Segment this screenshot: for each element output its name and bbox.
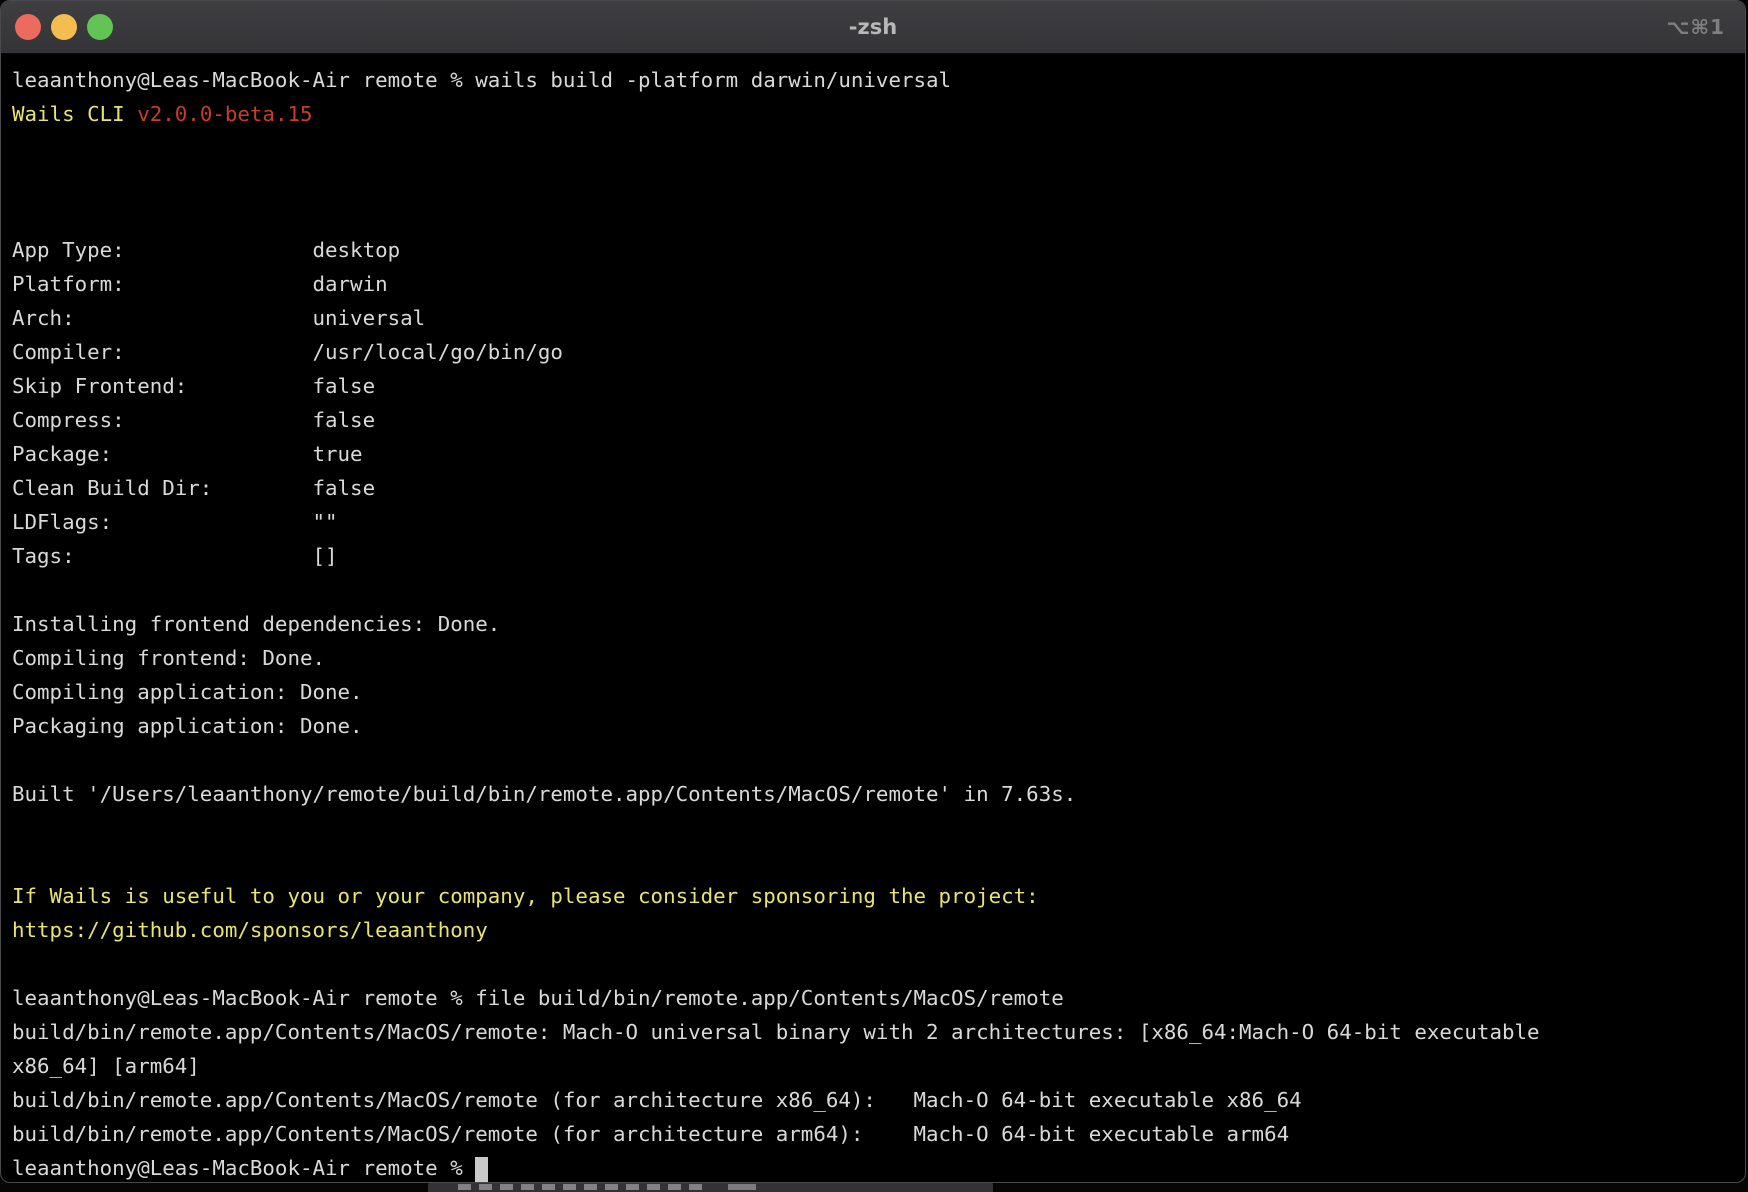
block-cursor xyxy=(475,1157,488,1182)
terminal-line: build/bin/remote.app/Contents/MacOS/remo… xyxy=(12,1117,1737,1151)
terminal-line: x86_64] [arm64] xyxy=(12,1049,1737,1083)
terminal-line xyxy=(12,131,1737,165)
terminal-line: Compress: false xyxy=(12,403,1737,437)
terminal-line xyxy=(12,165,1737,199)
terminal-line: Installing frontend dependencies: Done. xyxy=(12,607,1737,641)
terminal-line: Tags: [] xyxy=(12,539,1737,573)
terminal-line xyxy=(12,947,1737,981)
window-titlebar[interactable]: -zsh ⌥⌘1 xyxy=(1,1,1745,54)
terminal-line: build/bin/remote.app/Contents/MacOS/remo… xyxy=(12,1083,1737,1117)
terminal-line xyxy=(12,811,1737,845)
terminal-line: Compiler: /usr/local/go/bin/go xyxy=(12,335,1737,369)
terminal-line: If Wails is useful to you or your compan… xyxy=(12,879,1737,913)
terminal-line: leaanthony@Leas-MacBook-Air remote % wai… xyxy=(12,63,1737,97)
window-title: -zsh xyxy=(849,15,897,39)
terminal-line xyxy=(12,743,1737,777)
terminal-line: leaanthony@Leas-MacBook-Air remote % fil… xyxy=(12,981,1737,1015)
terminal-line: App Type: desktop xyxy=(12,233,1737,267)
minimize-button[interactable] xyxy=(51,14,77,40)
terminal-line: LDFlags: "" xyxy=(12,505,1737,539)
terminal-line: Platform: darwin xyxy=(12,267,1737,301)
close-button[interactable] xyxy=(15,14,41,40)
terminal-line xyxy=(12,573,1737,607)
zoom-button[interactable] xyxy=(87,14,113,40)
terminal-line: Compiling frontend: Done. xyxy=(12,641,1737,675)
terminal-line: Package: true xyxy=(12,437,1737,471)
terminal-output[interactable]: leaanthony@Leas-MacBook-Air remote % wai… xyxy=(1,54,1745,1183)
terminal-line: https://github.com/sponsors/leaanthony xyxy=(12,913,1737,947)
window-shortcut-badge: ⌥⌘1 xyxy=(1666,15,1725,39)
background-window-text-fragment xyxy=(728,1184,756,1190)
traffic-lights xyxy=(15,1,113,53)
terminal-line: Arch: universal xyxy=(12,301,1737,335)
terminal-line: Built '/Users/leaanthony/remote/build/bi… xyxy=(12,777,1737,811)
terminal-line: Wails CLI v2.0.0-beta.15 xyxy=(12,97,1737,131)
background-window-text-fragment xyxy=(458,1184,708,1190)
terminal-line: build/bin/remote.app/Contents/MacOS/remo… xyxy=(12,1015,1737,1049)
terminal-line: Compiling application: Done. xyxy=(12,675,1737,709)
terminal-line xyxy=(12,845,1737,879)
terminal-line: leaanthony@Leas-MacBook-Air remote % xyxy=(12,1151,1737,1183)
terminal-line: Packaging application: Done. xyxy=(12,709,1737,743)
terminal-line: Clean Build Dir: false xyxy=(12,471,1737,505)
terminal-line: Skip Frontend: false xyxy=(12,369,1737,403)
terminal-line xyxy=(12,199,1737,233)
terminal-window: -zsh ⌥⌘1 leaanthony@Leas-MacBook-Air rem… xyxy=(0,0,1746,1183)
